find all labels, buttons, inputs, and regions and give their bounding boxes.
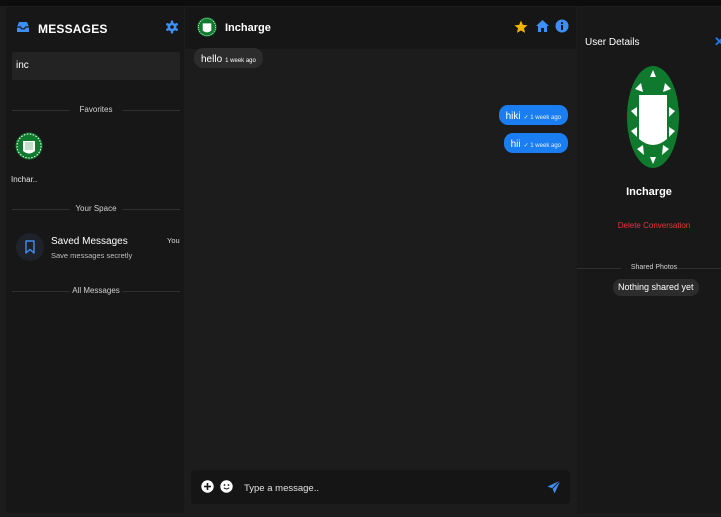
search-input[interactable] <box>12 52 180 80</box>
your-space-divider: Your Space <box>12 203 180 215</box>
message-time: 1 week ago <box>225 58 256 64</box>
divider-line <box>122 291 180 292</box>
message-text: hii <box>510 139 521 150</box>
divider-line <box>677 268 721 269</box>
favorites-divider: Favorites <box>12 104 180 116</box>
close-icon[interactable]: ✕ <box>714 34 721 50</box>
gear-icon[interactable] <box>165 20 179 34</box>
hospital-logo-avatar[interactable] <box>197 17 217 37</box>
saved-messages-badge: You <box>167 236 180 245</box>
saved-messages-title: Saved Messages <box>51 236 128 247</box>
message-time: ✓ 1 week ago <box>523 143 561 149</box>
shared-photos-divider: Shared Photos <box>577 262 721 274</box>
sidebar-title: MESSAGES <box>38 22 108 36</box>
chat-header: Incharge <box>185 7 576 49</box>
favorite-contact-name: Inchar.. <box>11 175 38 184</box>
hospital-logo-avatar <box>627 66 679 168</box>
user-details-panel: User Details ✕ Incharge Delete Conversat… <box>577 7 721 513</box>
saved-messages-item[interactable]: Saved Messages Save messages secretly Yo… <box>16 233 184 273</box>
bookmark-icon <box>25 240 35 254</box>
sidebar-header: MESSAGES <box>6 7 184 49</box>
emoji-icon[interactable] <box>220 480 233 493</box>
bookmark-icon-badge <box>16 233 44 261</box>
divider-line <box>122 110 180 111</box>
hospital-logo-avatar <box>15 132 43 160</box>
message-time: ✓ 1 week ago <box>523 115 561 121</box>
divider-line <box>122 209 180 210</box>
all-messages-divider: All Messages <box>12 285 180 297</box>
message-input[interactable] <box>242 478 536 498</box>
message-bubble-outgoing[interactable]: hii ✓ 1 week ago <box>503 133 568 153</box>
message-text: hiki <box>505 111 521 122</box>
conversations-panel: MESSAGES Favorites Inchar.. Your Space <box>6 7 184 513</box>
inbox-icon <box>17 22 29 32</box>
star-icon[interactable] <box>514 20 528 34</box>
info-icon[interactable] <box>555 19 569 33</box>
window-top-bar <box>0 0 721 6</box>
chat-panel: Incharge hello 1 week ago hiki ✓ 1 week ag… <box>185 7 576 513</box>
message-composer <box>191 470 570 504</box>
details-title: User Details <box>585 37 640 48</box>
home-icon[interactable] <box>535 19 550 33</box>
message-bubble-incoming[interactable]: hello 1 week ago <box>194 48 263 68</box>
shared-photos-empty-state: Nothing shared yet <box>613 279 699 296</box>
details-contact-name: Incharge <box>626 186 672 198</box>
plus-circle-icon[interactable] <box>201 480 214 493</box>
favorite-contact[interactable]: Inchar.. <box>11 132 43 187</box>
message-bubble-outgoing[interactable]: hiki ✓ 1 week ago <box>498 105 568 125</box>
saved-messages-subtitle: Save messages secretly <box>51 251 133 260</box>
chat-contact-name[interactable]: Incharge <box>225 22 271 34</box>
delete-conversation-button[interactable]: Delete Conversation <box>577 221 721 230</box>
message-text: hello <box>201 54 223 65</box>
send-icon[interactable] <box>547 480 561 494</box>
